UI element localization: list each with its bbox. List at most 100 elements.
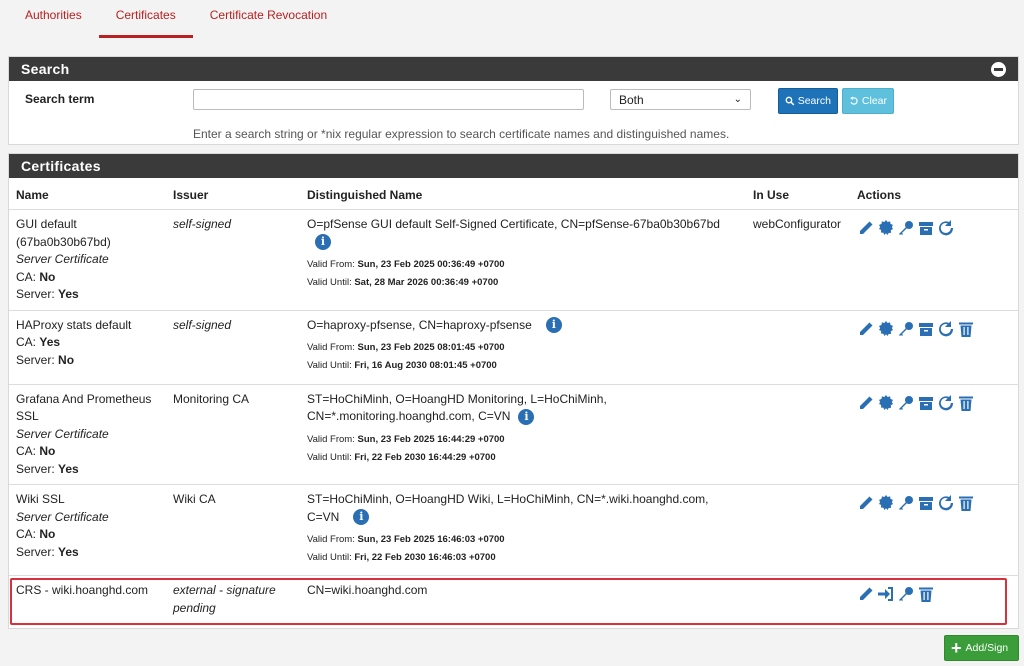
cert-in-use: webConfigurator <box>753 217 842 231</box>
search-panel-title: Search <box>21 61 70 77</box>
tab-certificate-revocation[interactable]: Certificate Revocation <box>193 0 344 38</box>
cert-type: Server Certificate <box>16 252 109 266</box>
info-icon[interactable]: i <box>545 317 562 334</box>
search-input[interactable] <box>193 89 584 110</box>
add-sign-button[interactable]: + Add/Sign <box>944 635 1019 661</box>
cert-name-cell: CRS - wiki.hoanghd.com <box>9 576 166 624</box>
cert-ca: CA: No <box>16 444 56 458</box>
undo-icon <box>850 96 858 105</box>
plus-icon: + <box>951 638 962 658</box>
key-icon[interactable] <box>897 494 915 512</box>
cert-dn: ST=HoChiMinh, O=HoangHD Monitoring, L=Ho… <box>307 391 607 424</box>
archive-icon[interactable] <box>917 394 935 412</box>
archive-icon[interactable] <box>917 219 935 237</box>
column-header-name: Name <box>16 188 49 202</box>
tab-certificates[interactable]: Certificates <box>98 0 193 38</box>
cert-dn-cell: CN=wiki.hoanghd.com <box>300 576 746 624</box>
cert-issuer: self-signed <box>173 217 232 231</box>
info-icon[interactable]: i <box>315 234 331 251</box>
cert-issuer: Wiki CA <box>173 492 216 506</box>
certificate-badge-icon[interactable] <box>877 394 895 412</box>
cert-name-cell: Wiki SSL Server Certificate CA: No Serve… <box>9 485 166 576</box>
cert-valid-until: Fri, 16 Aug 2030 08:01:45 +0700 <box>354 360 497 371</box>
info-icon[interactable]: i <box>353 509 370 526</box>
cert-type: Server Certificate <box>16 509 109 524</box>
cert-ca: CA: No <box>16 527 56 541</box>
cert-server: Server: No <box>16 352 75 367</box>
cert-actions <box>850 310 1018 384</box>
column-header-in-use: In Use <box>753 188 790 202</box>
certificate-badge-icon[interactable] <box>877 494 895 512</box>
key-icon[interactable] <box>897 585 915 603</box>
cert-valid-from: Sun, 23 Feb 2025 16:46:03 +0700 <box>357 534 505 545</box>
key-icon[interactable] <box>897 394 915 412</box>
search-panel: Search Search term Both ⌄ Search Clear E… <box>8 56 1019 145</box>
search-button[interactable]: Search <box>778 88 838 114</box>
cert-valid-from: Sun, 23 Feb 2025 16:44:29 +0700 <box>357 433 505 445</box>
cert-actions <box>850 485 1018 576</box>
cert-in-use <box>746 576 850 624</box>
table-row: CRS - wiki.hoanghd.com external - signat… <box>9 575 1018 624</box>
cert-name-cell: HAProxy stats default CA: Yes Server: No <box>9 310 166 384</box>
certificates-table: Name Issuer Distinguished Name In Use Ac… <box>9 178 1018 624</box>
renew-icon[interactable] <box>937 320 955 338</box>
pencil-icon[interactable] <box>857 394 875 412</box>
search-help-text: Enter a search string or *nix regular ex… <box>193 127 730 141</box>
search-icon <box>785 96 795 106</box>
cert-server: Server: Yes <box>16 287 79 301</box>
tab-authorities[interactable]: Authorities <box>8 0 99 38</box>
cert-dn-cell: ST=HoChiMinh, O=HoangHD Wiki, L=HoChiMin… <box>307 492 709 563</box>
cert-type: Server Certificate <box>16 426 109 441</box>
cert-in-use <box>746 310 850 384</box>
archive-icon[interactable] <box>917 494 935 512</box>
key-icon[interactable] <box>897 320 915 338</box>
trash-icon[interactable] <box>957 494 975 512</box>
renew-icon[interactable] <box>937 394 955 412</box>
pencil-icon[interactable] <box>857 320 875 338</box>
cert-name: HAProxy stats default <box>16 317 132 332</box>
table-row: Grafana And Prometheus SSL Server Certif… <box>9 384 1018 485</box>
search-scope-select[interactable]: Both ⌄ <box>610 89 751 110</box>
cert-dn-cell: ST=HoChiMinh, O=HoangHD Monitoring, L=Ho… <box>307 391 607 463</box>
pencil-icon[interactable] <box>857 585 875 603</box>
column-header-issuer: Issuer <box>173 188 209 202</box>
search-term-label: Search term <box>25 92 95 106</box>
tab-bar: Authorities Certificates Certificate Rev… <box>8 0 344 38</box>
trash-icon[interactable] <box>957 394 975 412</box>
certificate-badge-icon[interactable] <box>877 219 895 237</box>
cert-ca: CA: Yes <box>16 335 61 349</box>
certificates-panel-header: Certificates <box>9 154 1018 178</box>
cert-dn: CN=wiki.hoanghd.com <box>307 583 428 597</box>
info-icon[interactable]: i <box>518 408 535 425</box>
cert-in-use <box>746 485 850 576</box>
cert-actions <box>850 384 1018 485</box>
archive-icon[interactable] <box>917 320 935 338</box>
cert-dn-cell: O=pfSense GUI default Self-Signed Certif… <box>307 217 720 288</box>
certificate-badge-icon[interactable] <box>877 320 895 338</box>
collapse-icon[interactable] <box>991 61 1006 77</box>
renew-icon[interactable] <box>937 219 955 237</box>
trash-icon[interactable] <box>957 320 975 338</box>
pencil-icon[interactable] <box>857 219 875 237</box>
renew-icon[interactable] <box>937 494 955 512</box>
key-icon[interactable] <box>897 219 915 237</box>
cert-name-cell: Grafana And Prometheus SSL Server Certif… <box>9 384 166 485</box>
column-header-actions: Actions <box>857 188 902 202</box>
column-header-dn: Distinguished Name <box>307 188 423 202</box>
cert-valid-until: Fri, 22 Feb 2030 16:44:29 +0700 <box>354 451 496 463</box>
cert-issuer: external - signature pending <box>173 583 276 615</box>
cert-name: CRS - wiki.hoanghd.com <box>16 583 149 597</box>
cert-server: Server: Yes <box>16 544 79 559</box>
cert-dn: O=pfSense GUI default Self-Signed Certif… <box>307 217 720 231</box>
trash-icon[interactable] <box>917 585 935 603</box>
pencil-icon[interactable] <box>857 494 875 512</box>
search-button-label: Search <box>797 95 831 107</box>
sign-in-icon[interactable] <box>877 585 895 603</box>
table-header-row: Name Issuer Distinguished Name In Use Ac… <box>9 178 1018 210</box>
add-sign-button-label: Add/Sign <box>965 642 1009 654</box>
cert-name-cell: GUI default (67ba0b30b67bd) Server Certi… <box>9 210 166 311</box>
search-scope-value: Both <box>619 92 644 107</box>
cert-server: Server: Yes <box>16 461 79 476</box>
cert-valid-from: Sun, 23 Feb 2025 08:01:45 +0700 <box>357 342 505 353</box>
clear-button[interactable]: Clear <box>842 88 894 114</box>
